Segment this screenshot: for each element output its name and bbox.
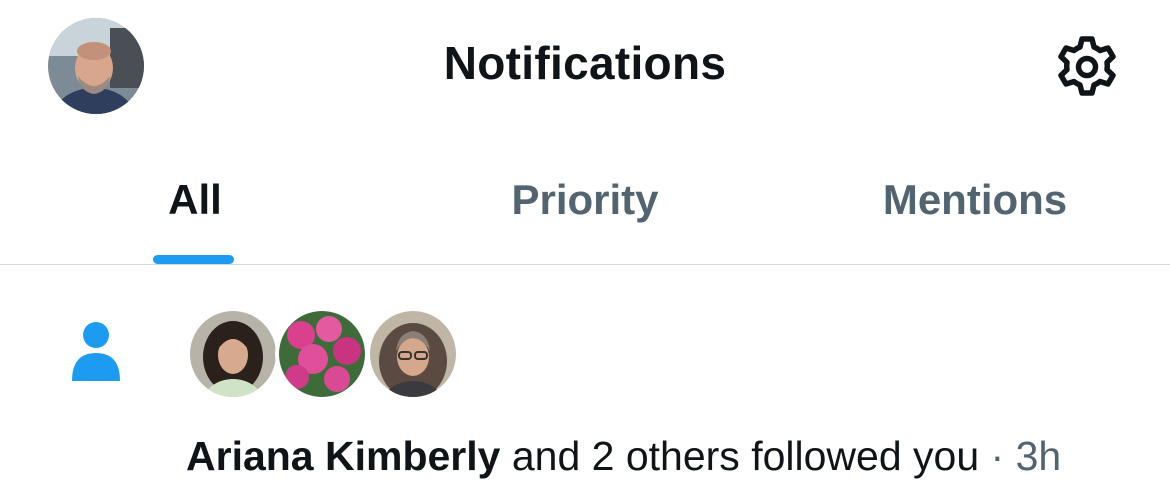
tab-mentions-label: Mentions <box>882 176 1068 223</box>
separator-dot: · <box>990 433 1005 479</box>
header: Notifications <box>0 0 1170 140</box>
follower-avatar[interactable] <box>186 307 280 401</box>
active-tab-indicator <box>153 255 234 264</box>
follower-name[interactable]: Ariana Kimberly <box>186 433 500 479</box>
person-icon <box>72 322 120 381</box>
notification-text: Ariana Kimberly and 2 others followed yo… <box>186 433 1061 480</box>
notifications-screen: Notifications All Priority Mentions Aria… <box>0 0 1170 498</box>
settings-button[interactable] <box>1050 32 1124 102</box>
tab-all-label: All <box>168 176 222 223</box>
tab-priority[interactable]: Priority <box>390 140 780 265</box>
gear-icon <box>1058 36 1116 96</box>
tab-mentions[interactable]: Mentions <box>780 140 1170 265</box>
tab-all[interactable]: All <box>0 140 390 265</box>
timestamp: 3h <box>1015 433 1062 479</box>
notification-action: and 2 others followed you <box>511 433 980 479</box>
page-title: Notifications <box>443 37 727 89</box>
tab-bar: All Priority Mentions <box>0 140 1170 265</box>
notification-item[interactable]: Ariana Kimberly and 2 others followed yo… <box>0 265 1170 498</box>
tab-priority-label: Priority <box>511 176 659 223</box>
follower-avatar[interactable] <box>275 307 369 401</box>
follower-avatar[interactable] <box>366 307 460 401</box>
